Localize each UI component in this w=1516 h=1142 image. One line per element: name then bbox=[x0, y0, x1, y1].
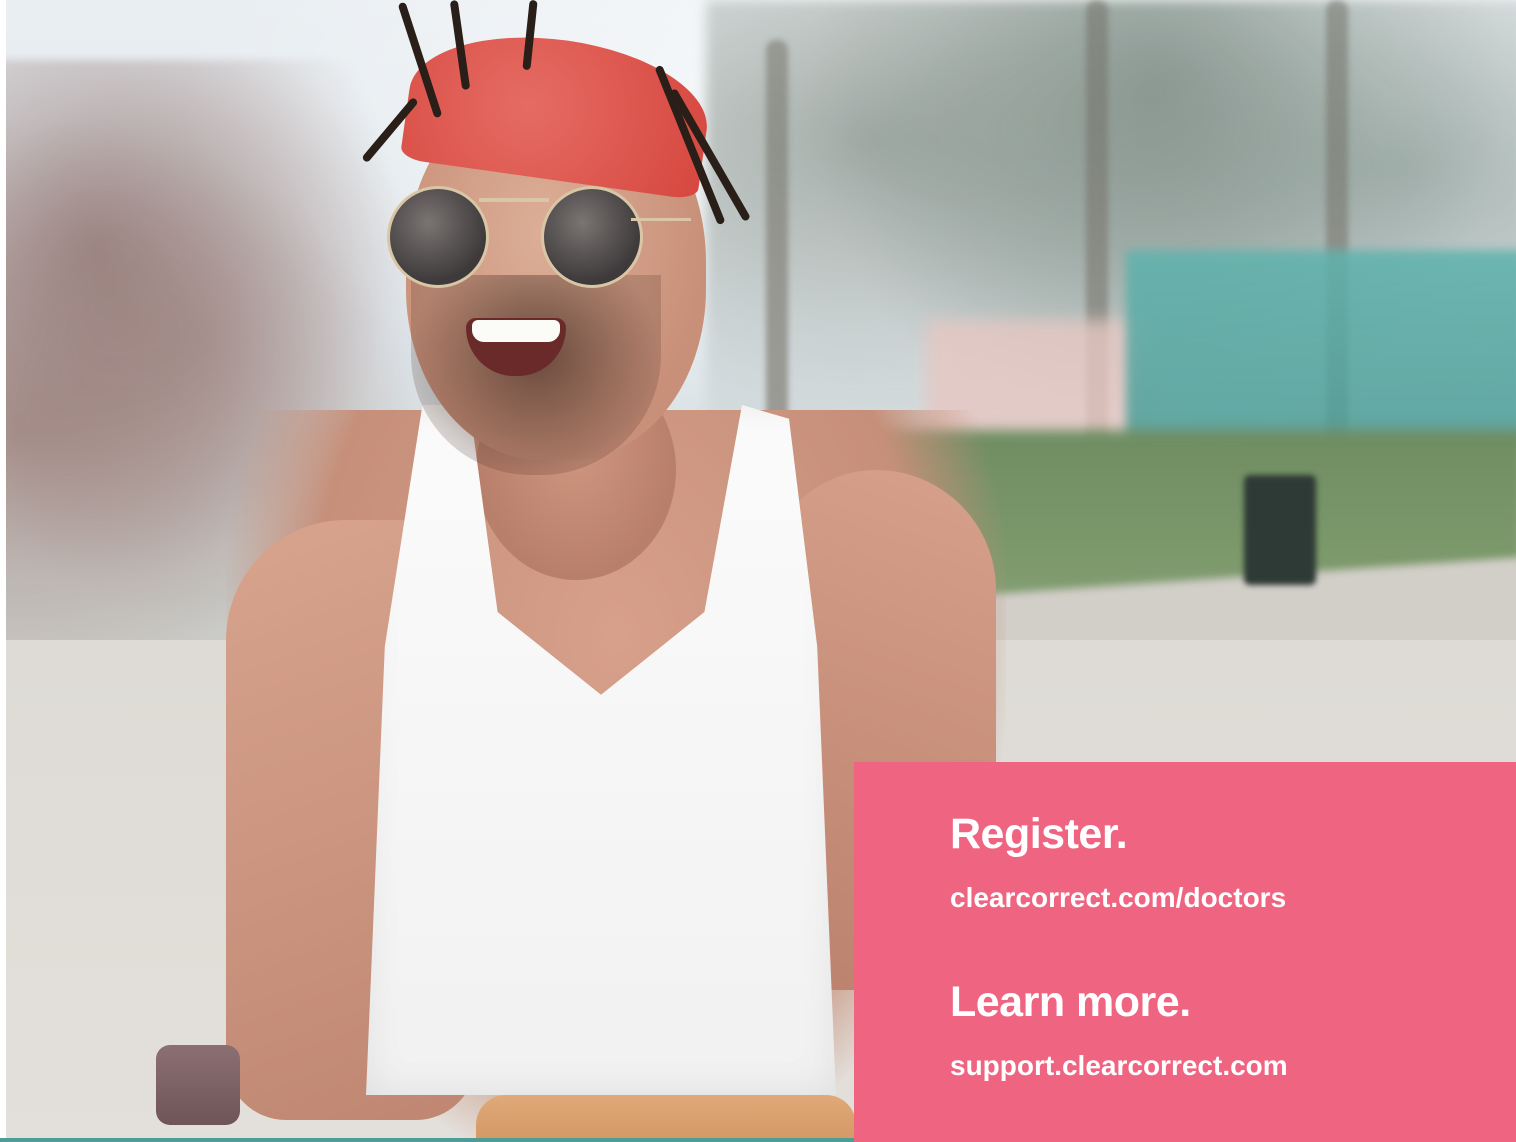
sunglasses-right-lens bbox=[541, 186, 643, 288]
support-link[interactable]: support.clearcorrect.com bbox=[950, 1050, 1288, 1082]
sunglasses bbox=[381, 180, 691, 290]
cta-panel: Register. clearcorrect.com/doctors Learn… bbox=[854, 762, 1516, 1142]
register-heading: Register. bbox=[950, 810, 1128, 858]
register-link[interactable]: clearcorrect.com/doctors bbox=[950, 882, 1286, 914]
sunglasses-temple bbox=[631, 218, 691, 221]
skateboard-deck bbox=[476, 1095, 856, 1142]
sunglasses-left-lens bbox=[387, 186, 489, 288]
skateboard-wheel bbox=[156, 1045, 240, 1125]
teal-building bbox=[1126, 250, 1516, 450]
trash-bin bbox=[1244, 475, 1316, 585]
sunglasses-bridge bbox=[479, 198, 549, 202]
learn-more-heading: Learn more. bbox=[950, 978, 1191, 1026]
skateboard bbox=[156, 1045, 856, 1142]
person-teeth bbox=[472, 320, 560, 342]
palm-trunk bbox=[766, 40, 788, 460]
ad-canvas: Register. clearcorrect.com/doctors Learn… bbox=[0, 0, 1516, 1142]
